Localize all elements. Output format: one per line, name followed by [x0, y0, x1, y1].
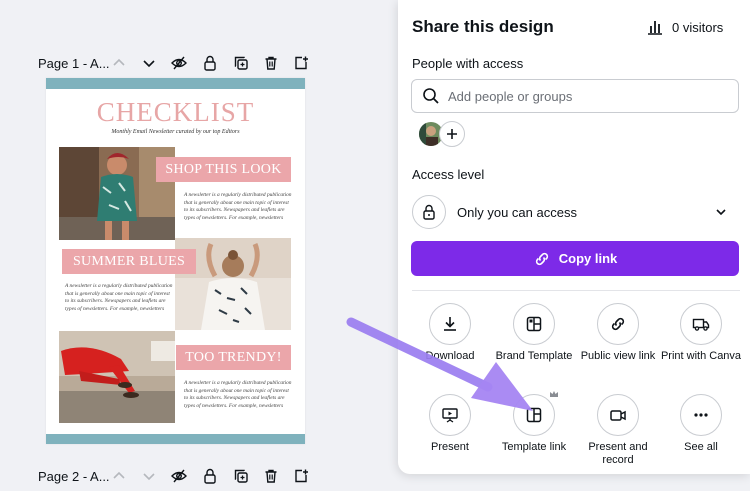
move-up-icon[interactable] — [110, 467, 128, 485]
search-icon — [423, 88, 439, 104]
block-3-text: A newsletter is a regularly distributed … — [184, 380, 292, 409]
option-present-and-record-circle — [597, 394, 639, 436]
option-brand-template-circle — [513, 303, 555, 345]
page-1-title[interactable]: Page 1 - A... — [38, 56, 110, 71]
move-up-icon[interactable] — [110, 54, 128, 72]
copy-link-label: Copy link — [558, 251, 618, 266]
top-stripe — [46, 78, 305, 89]
bottom-stripe — [46, 434, 305, 444]
more-icon — [694, 413, 708, 417]
option-present-and-record-label: Present and record — [588, 441, 648, 466]
page-1-toolbar: Page 1 - A... — [38, 51, 308, 75]
heading-too-trendy: TOO TRENDY! — [176, 345, 291, 370]
design-title: CHECKLIST — [96, 97, 255, 127]
block-2-text: A newsletter is a regularly distributed … — [65, 283, 173, 312]
option-print-with-canva[interactable]: Print with Canva — [658, 303, 744, 363]
divider — [412, 290, 740, 291]
plus-icon — [447, 129, 457, 139]
crown-icon — [550, 391, 558, 397]
hide-page-icon[interactable] — [170, 467, 188, 485]
share-panel: Share this design 0 visitors People with… — [398, 0, 750, 474]
lock-icon — [423, 204, 435, 220]
duplicate-page-icon[interactable] — [232, 467, 250, 485]
option-present[interactable]: Present — [407, 394, 493, 454]
access-level-dropdown[interactable]: Only you can access — [412, 193, 740, 231]
link-icon — [611, 317, 625, 331]
insights-bar-icon — [648, 21, 662, 35]
option-present-label: Present — [431, 441, 469, 453]
design-subtitle: Monthly Email Newsletter curated by our … — [111, 129, 240, 135]
duplicate-page-icon[interactable] — [232, 54, 250, 72]
collaborators — [418, 121, 468, 147]
link-icon — [535, 252, 548, 265]
people-label: People with access — [412, 56, 524, 71]
option-template-link-circle — [513, 394, 555, 436]
option-see-all-circle — [680, 394, 722, 436]
delete-page-icon[interactable] — [262, 54, 280, 72]
lock-page-icon[interactable] — [201, 467, 219, 485]
add-page-icon[interactable] — [292, 54, 310, 72]
access-lock — [412, 195, 446, 229]
people-search[interactable] — [411, 79, 739, 113]
page-2-title[interactable]: Page 2 - A... — [38, 469, 110, 484]
search-input[interactable] — [448, 88, 718, 104]
fashion-photo-3 — [59, 331, 175, 423]
heading-shop-this-look: SHOP THIS LOOK — [156, 157, 291, 182]
option-see-all[interactable]: See all — [658, 394, 744, 454]
add-page-icon[interactable] — [292, 467, 310, 485]
option-print-with-canva-circle — [680, 303, 722, 345]
option-download-label: Download — [425, 350, 475, 362]
page-2-toolbar: Page 2 - A... — [38, 464, 308, 488]
share-title: Share this design — [412, 17, 554, 36]
option-public-view-link-circle — [597, 303, 639, 345]
option-print-with-canva-label: Print with Canva — [660, 350, 742, 362]
present-icon — [442, 408, 458, 423]
option-see-all-label: See all — [684, 441, 718, 453]
brand-template-icon — [526, 316, 542, 332]
option-download[interactable]: Download — [407, 303, 493, 363]
access-level-value: Only you can access — [457, 204, 577, 220]
option-brand-template[interactable]: Brand Template — [491, 303, 577, 363]
block-1-text: A newsletter is a regularly distributed … — [184, 192, 292, 221]
option-public-view-link[interactable]: Public view link — [575, 303, 661, 363]
access-level-label: Access level — [412, 167, 485, 182]
delete-page-icon[interactable] — [262, 467, 280, 485]
camera-icon — [610, 410, 626, 421]
heading-summer-blues: SUMMER BLUES — [62, 249, 196, 274]
option-download-circle — [429, 303, 471, 345]
chevron-down-icon — [716, 209, 726, 216]
truck-icon — [692, 318, 710, 331]
option-brand-template-label: Brand Template — [495, 350, 573, 362]
download-icon — [444, 317, 456, 331]
design-page-1[interactable]: CHECKLIST Monthly Email Newsletter curat… — [46, 78, 305, 444]
option-present-circle — [429, 394, 471, 436]
option-template-link-label: Template link — [501, 441, 567, 453]
hide-page-icon[interactable] — [170, 54, 188, 72]
lock-page-icon[interactable] — [201, 54, 219, 72]
move-down-icon[interactable] — [140, 467, 158, 485]
option-public-view-link-label: Public view link — [580, 350, 656, 362]
visitors-button[interactable]: 0 visitors — [646, 18, 723, 36]
add-collaborator-button[interactable] — [439, 121, 465, 147]
copy-link-button[interactable]: Copy link — [411, 241, 739, 276]
option-template-link[interactable]: Template link — [491, 391, 577, 454]
move-down-icon[interactable] — [140, 54, 158, 72]
template-icon — [526, 407, 542, 423]
visitors-count: 0 visitors — [672, 19, 724, 35]
option-present-and-record[interactable]: Present and record — [575, 394, 661, 467]
